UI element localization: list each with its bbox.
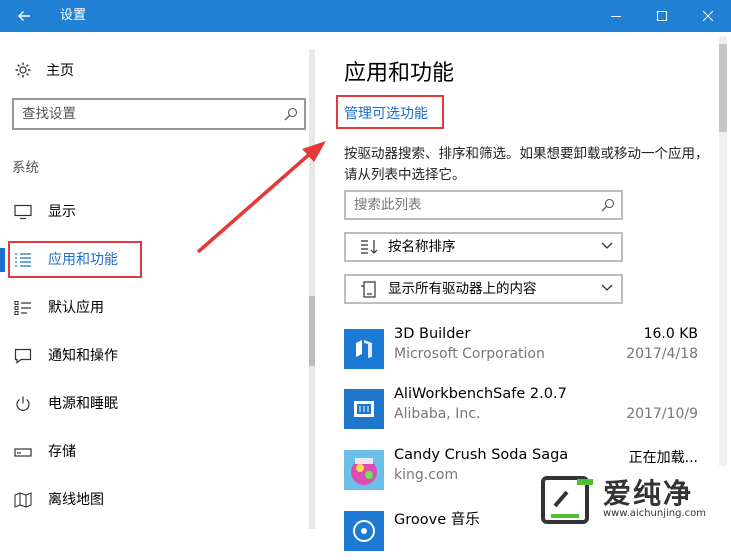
watermark: 爱纯净 www.aichunjing.com: [533, 470, 731, 529]
watermark-name: 爱纯净: [603, 477, 694, 510]
watermark-logo-icon: [541, 476, 593, 524]
annotation-arrow: [196, 141, 326, 254]
watermark-url: www.aichunjing.com: [603, 508, 706, 519]
